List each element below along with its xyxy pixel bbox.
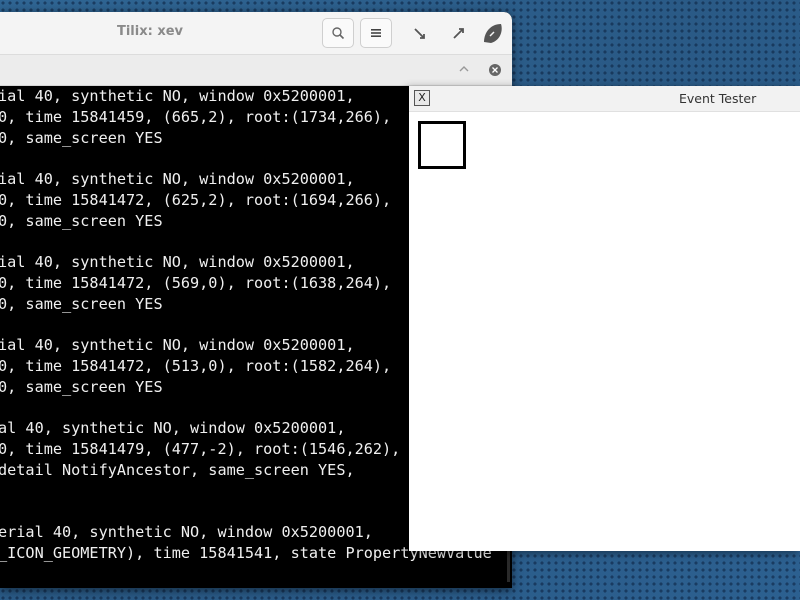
- terminal-close-icon[interactable]: [488, 62, 502, 76]
- event-tester-square[interactable]: [418, 121, 466, 169]
- search-icon: [332, 27, 345, 40]
- window-title: Tilix: xev: [116, 24, 184, 39]
- maximize-icon: [453, 28, 464, 39]
- event-tester-titlebar[interactable]: X Event Tester: [409, 86, 800, 112]
- minimize-icon: [414, 28, 425, 39]
- event-tester-title: Event Tester: [679, 91, 757, 106]
- maximize-button[interactable]: [447, 22, 471, 46]
- x11-icon: X: [414, 90, 430, 106]
- close-button[interactable]: [481, 22, 505, 46]
- desktop: { "tilix": { "title": "Tilix: xev", "but…: [0, 0, 800, 600]
- collapse-chevron-icon[interactable]: [456, 61, 472, 77]
- menu-button[interactable]: [360, 18, 392, 48]
- search-button[interactable]: [322, 18, 354, 48]
- minimize-button[interactable]: [408, 22, 432, 46]
- close-icon: [484, 24, 502, 43]
- terminal-header-bar: [0, 55, 512, 86]
- tilix-titlebar[interactable]: Tilix: xev: [0, 12, 512, 55]
- hamburger-menu-icon: [371, 29, 381, 37]
- event-tester-window[interactable]: X Event Tester: [409, 86, 800, 551]
